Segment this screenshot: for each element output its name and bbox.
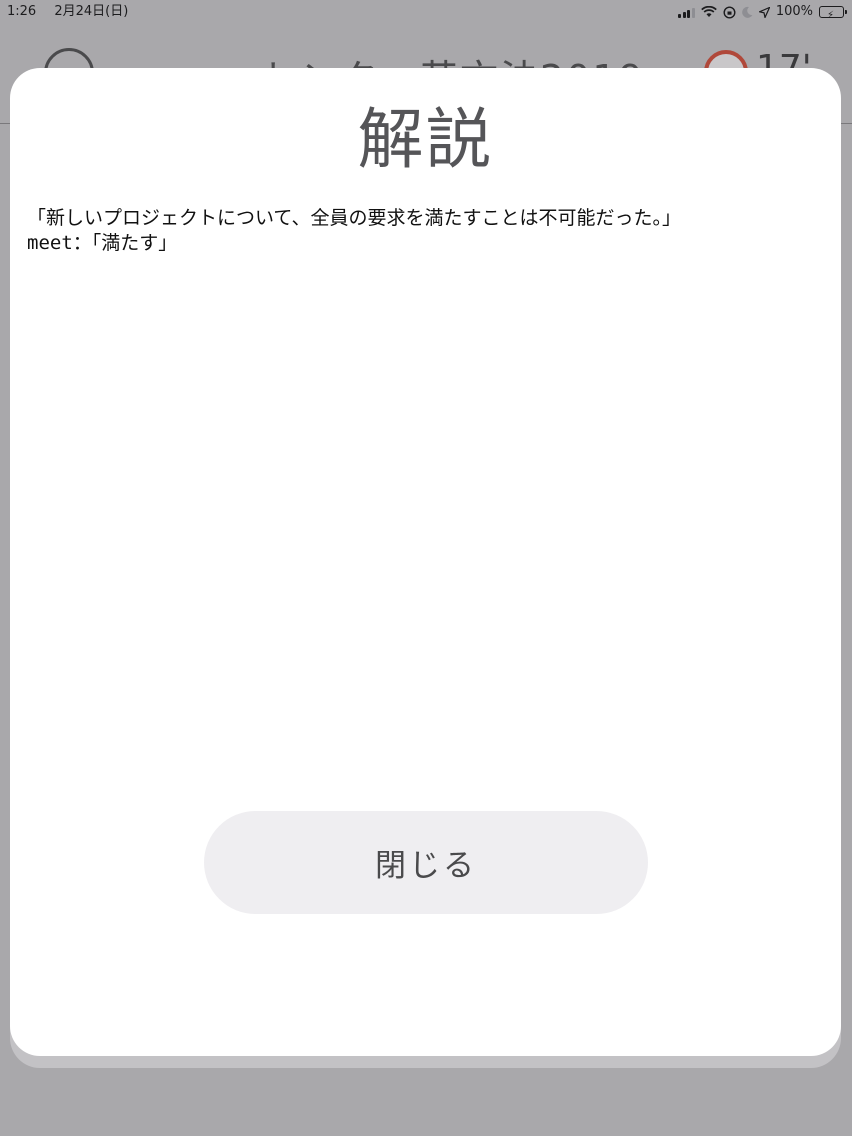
status-date: 2月24日(日): [54, 4, 129, 19]
orientation-lock-icon: [723, 5, 736, 19]
cellular-signal-icon: [678, 7, 695, 18]
modal-title: 解説: [357, 101, 494, 178]
battery-percentage: 100%: [775, 4, 813, 19]
status-time: 1:26: [7, 4, 37, 19]
do-not-disturb-icon: [742, 6, 753, 18]
explanation-sentence: 「新しいプロジェクトについて、全員の要求を満たすことは不可能だった。」: [27, 207, 681, 229]
explanation-vocab: meet：「満たす」: [27, 232, 178, 254]
location-icon: [758, 6, 770, 18]
status-bar: 1:26 2月24日(日) 100% ⚡: [0, 0, 852, 24]
explanation-text: 「新しいプロジェクトについて、全員の要求を満たすことは不可能だった。」 meet…: [27, 206, 827, 256]
explanation-modal: 解説 「新しいプロジェクトについて、全員の要求を満たすことは不可能だった。」 m…: [10, 68, 841, 1056]
battery-icon: ⚡: [819, 6, 847, 21]
close-button[interactable]: 閉じる: [204, 811, 648, 914]
wifi-icon: [701, 6, 717, 17]
